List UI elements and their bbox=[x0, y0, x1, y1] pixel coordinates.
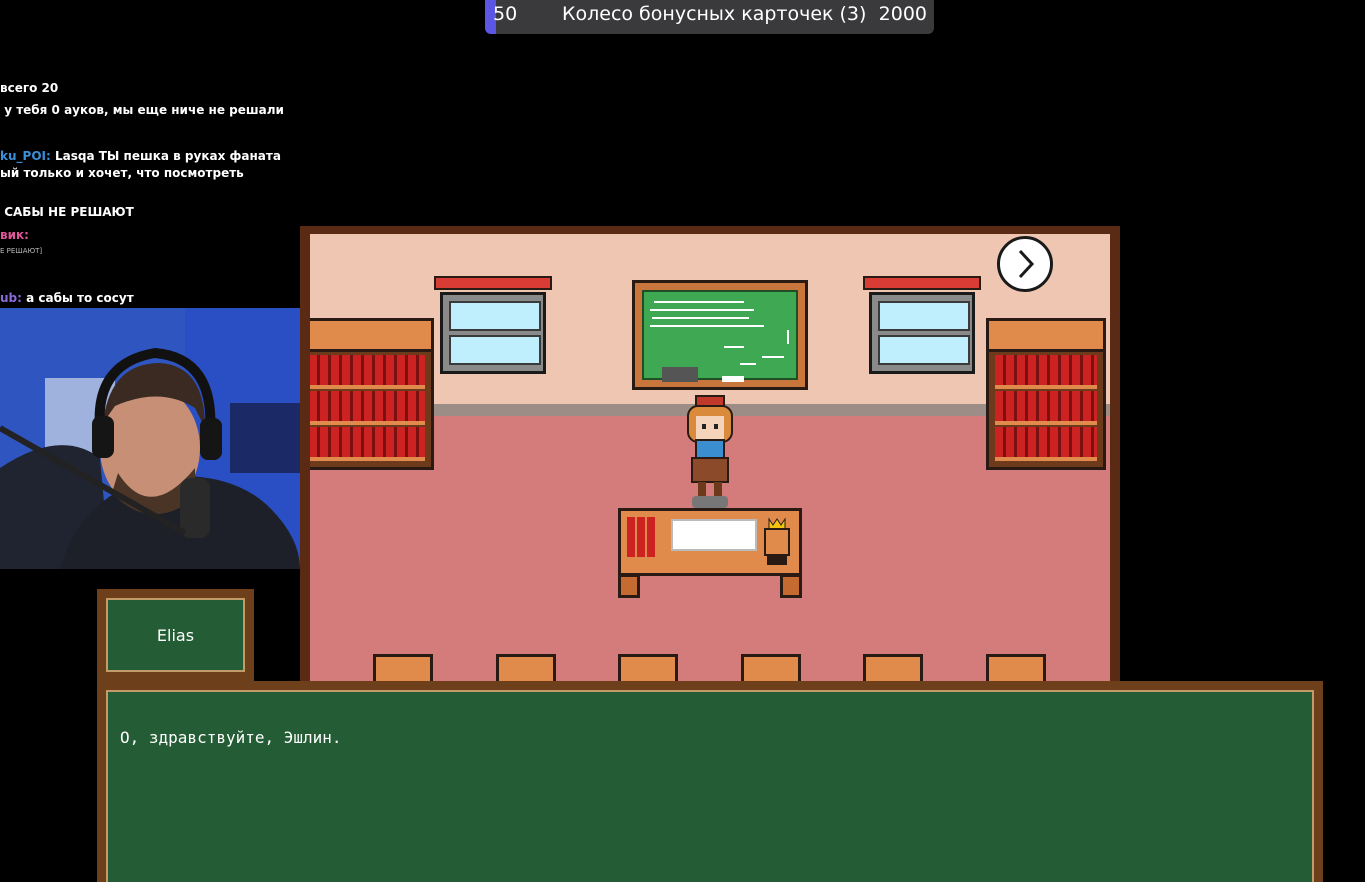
progress-end-value: 2000 bbox=[878, 3, 927, 25]
chat-text: САБЫ НЕ РЕШАЮТ bbox=[4, 205, 134, 219]
desk-trophy bbox=[764, 517, 790, 565]
dialogue-text: О, здравствуйте, Эшлин. bbox=[120, 728, 342, 747]
chat-message: вик: bbox=[0, 228, 29, 242]
game-room-scene bbox=[300, 226, 1120, 686]
wall-clock bbox=[997, 236, 1053, 292]
chat-text: Е РЕШАЮТ] bbox=[0, 247, 43, 255]
teacher-desk bbox=[618, 508, 802, 600]
chat-text: а сабы то сосут bbox=[26, 291, 134, 305]
chat-message: у тебя 0 ауков, мы еще ниче не решали bbox=[0, 103, 284, 117]
chat-text: всего 20 bbox=[0, 81, 59, 95]
chat-message: ub: а сабы то сосут bbox=[0, 291, 134, 305]
speaker-name: Elias bbox=[156, 625, 195, 645]
character-sprite bbox=[687, 395, 733, 508]
progress-start-value: 50 bbox=[493, 3, 518, 25]
bonus-wheel-progress-bar: 50 Колесо бонусных карточек (3) 2000 bbox=[485, 0, 934, 34]
chat-username: вик: bbox=[0, 228, 29, 242]
classroom-window-right bbox=[863, 276, 981, 376]
bookshelf-left bbox=[310, 318, 434, 470]
chat-message: ku_POI: Lasqa ТЫ пешка в руках фаната bbox=[0, 149, 281, 163]
dialogue-box[interactable]: О, здравствуйте, Эшлин. bbox=[97, 681, 1323, 882]
chat-text: ТЫ пешка в руках фаната bbox=[98, 149, 281, 163]
chalkboard bbox=[632, 280, 808, 390]
chat-username: ku_POI: bbox=[0, 149, 51, 163]
desk-books bbox=[627, 517, 655, 557]
chat-username: ub: bbox=[0, 291, 22, 305]
progress-title: Колесо бонусных карточек (3) bbox=[562, 3, 867, 25]
classroom-window-left bbox=[434, 276, 552, 376]
clock-hands bbox=[1018, 249, 1035, 279]
chat-message: САБЫ НЕ РЕШАЮТ bbox=[0, 205, 134, 219]
chat-message: Е РЕШАЮТ] bbox=[0, 247, 42, 255]
speaker-name-box: Elias bbox=[97, 589, 254, 681]
chat-overlay: всего 20 у тебя 0 ауков, мы еще ниче не … bbox=[0, 0, 300, 310]
desk-paper bbox=[671, 519, 757, 551]
chat-message: всего 20 bbox=[0, 81, 58, 95]
chat-text: у тебя 0 ауков, мы еще ниче не решали bbox=[4, 103, 284, 117]
chat-mention: Lasqa bbox=[54, 149, 95, 163]
chalk-scribbles bbox=[650, 301, 789, 382]
chat-message: ый только и хочет, что посмотреть bbox=[0, 166, 244, 180]
chat-text: ый только и хочет, что посмотреть bbox=[0, 166, 244, 180]
bookshelf-right bbox=[986, 318, 1106, 470]
